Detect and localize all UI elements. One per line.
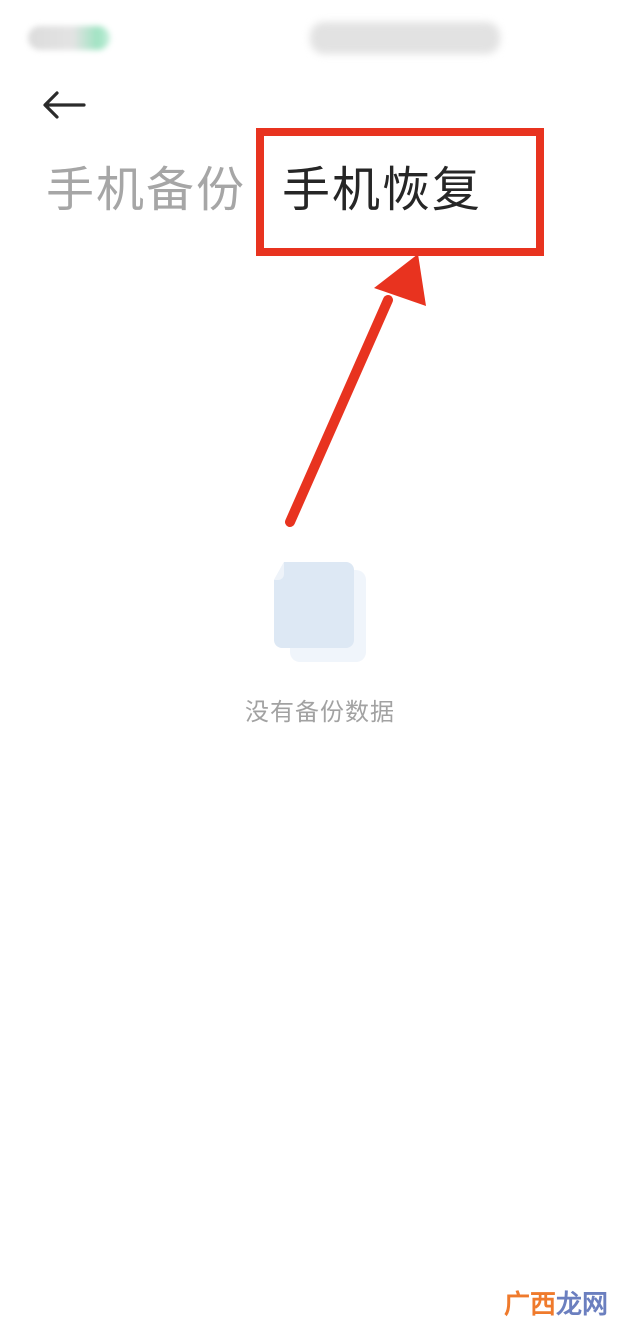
watermark: 广西龙网	[504, 1284, 608, 1321]
watermark-part1: 广西	[503, 1290, 556, 1320]
document-icon	[268, 556, 372, 668]
back-button[interactable]	[36, 80, 92, 130]
tab-phone-backup[interactable]: 手机备份	[46, 150, 246, 230]
watermark-part2: 龙网	[555, 1290, 608, 1320]
back-arrow-icon	[43, 91, 86, 119]
empty-state-message: 没有备份数据	[245, 698, 395, 726]
status-bar	[0, 0, 640, 78]
annotation-highlight-box	[256, 128, 544, 256]
status-bar-right-blurred	[310, 22, 500, 54]
status-bar-left-blurred	[28, 26, 110, 50]
